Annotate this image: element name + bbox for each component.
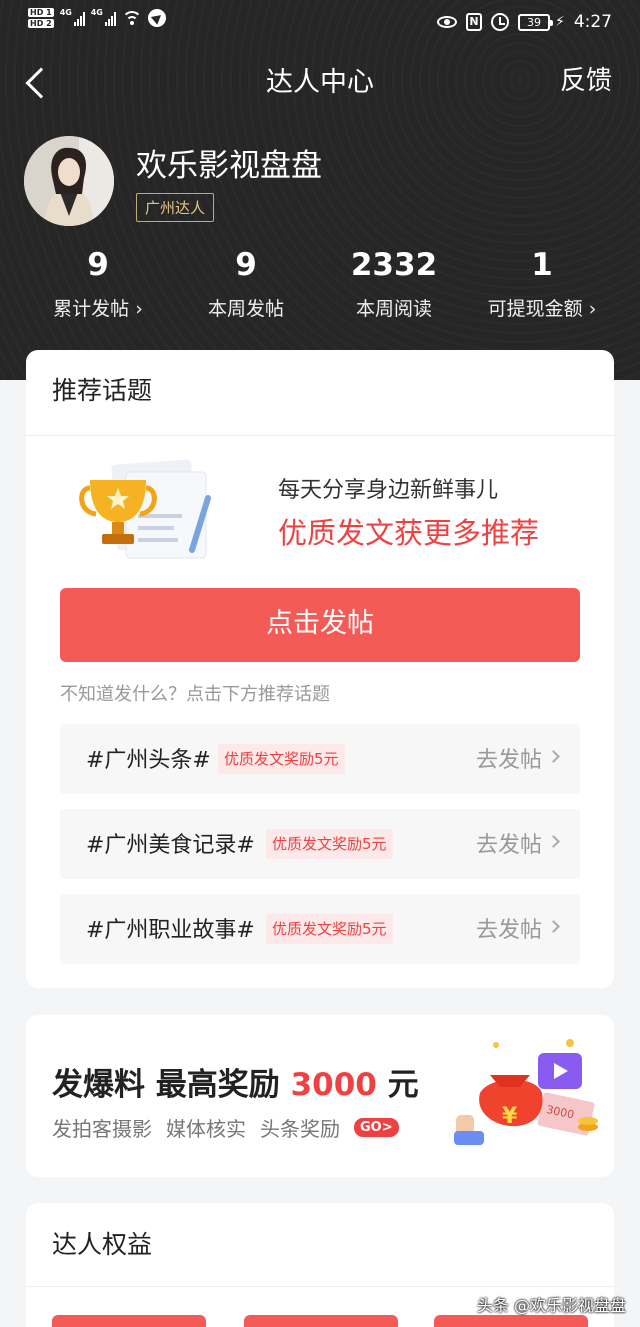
yen-sign: ¥ bbox=[502, 1104, 518, 1129]
go-button[interactable]: GO> bbox=[354, 1118, 399, 1137]
charging-icon: ⚡ bbox=[554, 14, 565, 30]
stats-row: 9 累计发帖 › 9 本周发帖 2332 本周阅读 1 可提现金额 › bbox=[24, 244, 616, 330]
signal-icon: 4G bbox=[60, 8, 85, 26]
feedback-button[interactable]: 反馈 bbox=[560, 60, 612, 97]
nfc-icon: N bbox=[465, 13, 482, 31]
title-bar: 达人中心 反馈 bbox=[0, 52, 640, 102]
reward-tag: 优质发文奖励5元 bbox=[218, 744, 345, 774]
stat-withdrawable[interactable]: 1 可提现金额 › bbox=[468, 244, 616, 330]
clock: 4:27 bbox=[573, 12, 612, 32]
stat-value: 9 bbox=[235, 247, 257, 283]
stat-value: 1 bbox=[531, 247, 553, 283]
go-post-link[interactable]: 去发帖 bbox=[476, 827, 542, 859]
reward-amount: 3000 bbox=[290, 1067, 377, 1103]
status-bar: HD 1 HD 2 4G 4G N 39 ⚡ 4:27 bbox=[0, 0, 640, 48]
battery-icon: 39 bbox=[517, 13, 553, 31]
topic-name: #广州美食记录# bbox=[86, 833, 255, 858]
watermark: 头条 @欢乐影视盘盘 bbox=[476, 1296, 626, 1315]
page-title: 达人中心 bbox=[266, 67, 374, 98]
alarm-icon bbox=[490, 13, 509, 31]
signal-icon: 4G bbox=[91, 8, 116, 26]
topic-name: #广州头条# bbox=[86, 748, 211, 773]
stat-week-posts: 9 本周发帖 bbox=[172, 244, 320, 330]
post-button[interactable]: 点击发帖 bbox=[60, 588, 580, 662]
avatar-image bbox=[24, 136, 114, 226]
recommended-topics-card: 推荐话题 每天分享身边新鲜事儿 优质发文获更多推荐 点击发帖 不知道发什么？点击… bbox=[26, 350, 614, 988]
promo-banner: 每天分享身边新鲜事儿 优质发文获更多推荐 bbox=[66, 458, 586, 568]
hd-indicator: HD 1 HD 2 bbox=[28, 8, 54, 28]
chevron-right-icon bbox=[547, 750, 560, 763]
stat-total-posts[interactable]: 9 累计发帖 › bbox=[24, 244, 172, 330]
card-title: 达人权益 bbox=[26, 1203, 614, 1287]
perk-tile[interactable] bbox=[52, 1315, 206, 1327]
chevron-right-icon bbox=[547, 835, 560, 848]
scoop-subtitle: 发拍客摄影 媒体核实 头条奖励 GO> bbox=[52, 1113, 399, 1142]
eye-icon bbox=[436, 16, 457, 28]
topic-item[interactable]: #广州美食记录# 优质发文奖励5元 去发帖 bbox=[60, 809, 580, 879]
avatar[interactable] bbox=[24, 136, 114, 226]
reward-tag: 优质发文奖励5元 bbox=[266, 829, 393, 859]
promo-text: 每天分享身边新鲜事儿 bbox=[278, 478, 499, 503]
stat-label: 可提现金额 › bbox=[487, 298, 597, 320]
location-icon bbox=[147, 9, 166, 27]
reward-tag: 优质发文奖励5元 bbox=[266, 914, 393, 944]
profile-section: 欢乐影视盘盘 广州达人 bbox=[24, 136, 616, 228]
stat-week-reads: 2332 本周阅读 bbox=[320, 244, 468, 330]
chevron-right-icon bbox=[547, 920, 560, 933]
stat-value: 2332 bbox=[350, 247, 438, 283]
stat-label: 本周阅读 bbox=[355, 298, 432, 320]
topic-item[interactable]: #广州头条# 优质发文奖励5元 去发帖 bbox=[60, 724, 580, 794]
trophy-icon bbox=[79, 459, 211, 559]
card-title: 推荐话题 bbox=[26, 350, 614, 436]
stat-label: 累计发帖 › bbox=[53, 298, 143, 320]
topic-name: #广州职业故事# bbox=[86, 918, 255, 943]
topic-hint: 不知道发什么？点击下方推荐话题 bbox=[60, 684, 330, 705]
scoop-banner-card[interactable]: 发爆料 最高奖励 3000 元 发拍客摄影 媒体核实 头条奖励 GO> 3000… bbox=[26, 1015, 614, 1177]
topic-item[interactable]: #广州职业故事# 优质发文奖励5元 去发帖 bbox=[60, 894, 580, 964]
scoop-title: 发爆料 最高奖励 3000 元 bbox=[52, 1067, 419, 1103]
stat-label: 本周发帖 bbox=[207, 298, 284, 320]
perk-tile[interactable] bbox=[244, 1315, 398, 1327]
username: 欢乐影视盘盘 bbox=[136, 148, 322, 184]
wifi-icon bbox=[121, 10, 142, 26]
money-bag-icon: 3000 ¥ bbox=[454, 1039, 598, 1145]
go-post-link[interactable]: 去发帖 bbox=[476, 742, 542, 774]
region-badge: 广州达人 bbox=[136, 193, 215, 222]
go-post-link[interactable]: 去发帖 bbox=[476, 912, 542, 944]
promo-highlight: 优质发文获更多推荐 bbox=[278, 516, 540, 550]
stat-value: 9 bbox=[87, 247, 109, 283]
perk-tile[interactable] bbox=[434, 1315, 588, 1327]
